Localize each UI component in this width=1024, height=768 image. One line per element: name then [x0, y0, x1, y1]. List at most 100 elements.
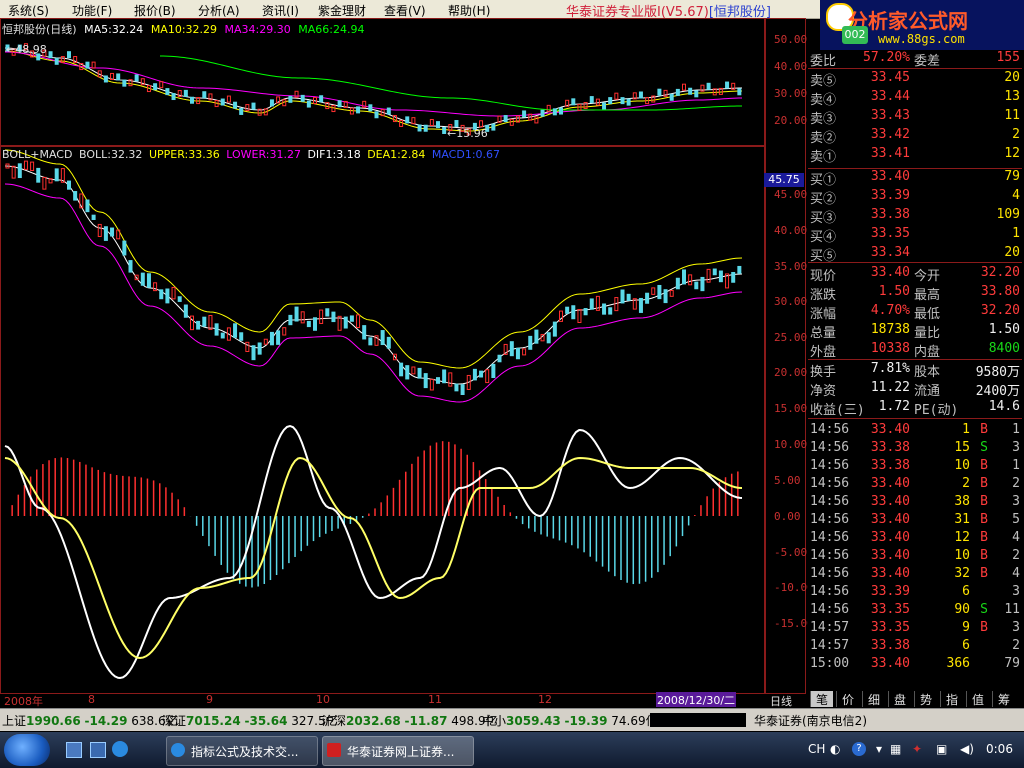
- tab-detail[interactable]: 细: [862, 691, 885, 707]
- ask-row[interactable]: 卖② 33.42 2: [808, 127, 1022, 146]
- ask-row[interactable]: 卖⑤ 33.45 20: [808, 70, 1022, 89]
- menu-analysis[interactable]: 分析(A): [198, 2, 240, 19]
- taskbar-button-htsc[interactable]: 华泰证券网上证券...: [322, 736, 474, 766]
- boll-candle: [368, 337, 373, 346]
- tick-count: 2: [1012, 548, 1020, 563]
- boll-candle: [718, 270, 723, 283]
- tick-row[interactable]: 14:56 33.40 38 B 3: [808, 494, 1022, 512]
- boll-candle: [343, 316, 348, 329]
- ask-row[interactable]: 卖③ 33.43 11: [808, 108, 1022, 127]
- tick-row[interactable]: 14:56 33.40 2 B 2: [808, 476, 1022, 494]
- volume-icon[interactable]: ◀): [960, 742, 974, 756]
- fundamental-label: 换手: [810, 365, 837, 380]
- ie-icon[interactable]: [112, 741, 128, 757]
- language-indicator[interactable]: CH: [808, 742, 825, 756]
- tick-row[interactable]: 15:00 33.40 366 79: [808, 656, 1022, 674]
- boll-candle: [300, 311, 305, 324]
- tick-row[interactable]: 14:56 33.40 10 B 2: [808, 548, 1022, 566]
- price-candle: [595, 98, 600, 106]
- tab-trades[interactable]: 笔: [810, 691, 833, 707]
- tick-price: 33.40: [870, 656, 910, 671]
- ytick: 15.00: [774, 402, 808, 415]
- price-candle: [399, 119, 404, 127]
- tick-row[interactable]: 14:56 33.40 1 B 1: [808, 422, 1022, 440]
- tick-volume: 32: [954, 566, 970, 581]
- menu-help[interactable]: 帮助(H): [448, 2, 490, 19]
- menu-system[interactable]: 系统(S): [8, 2, 49, 19]
- price-candle: [60, 56, 65, 64]
- tick-time: 14:56: [810, 548, 850, 563]
- boll-candle: [97, 223, 102, 237]
- boll-candle: [73, 191, 78, 201]
- switch-windows-icon[interactable]: [90, 742, 106, 758]
- price-candle: [356, 106, 361, 114]
- chart-svg[interactable]: [0, 18, 806, 692]
- period-label[interactable]: 日线: [770, 693, 792, 709]
- antivirus-icon[interactable]: ✦: [912, 742, 922, 756]
- bid-row[interactable]: 买② 33.39 4: [808, 188, 1022, 207]
- price-candle: [417, 124, 422, 132]
- tick-row[interactable]: 14:57 33.35 9 B 3: [808, 620, 1022, 638]
- tick-row[interactable]: 14:56 33.40 12 B 4: [808, 530, 1022, 548]
- boll-candle: [565, 306, 570, 314]
- logo-url: www.88gs.com: [878, 32, 965, 46]
- sz-index[interactable]: 深证7015.24 -35.64 327.5亿: [162, 712, 338, 729]
- bid-row[interactable]: 买⑤ 33.34 20: [808, 245, 1022, 264]
- bid-row[interactable]: 买③ 33.38 109: [808, 207, 1022, 226]
- show-desktop-icon[interactable]: [66, 742, 82, 758]
- ask-row[interactable]: 卖④ 33.44 13: [808, 89, 1022, 108]
- tick-count: 1: [1012, 422, 1020, 437]
- boll-candle: [675, 277, 680, 290]
- tick-row[interactable]: 14:56 33.38 10 B 1: [808, 458, 1022, 476]
- tick-row[interactable]: 14:56 33.40 32 B 4: [808, 566, 1022, 584]
- price-candle: [571, 98, 576, 106]
- boll-candle: [386, 336, 391, 349]
- tick-row[interactable]: 14:57 33.38 6 2: [808, 638, 1022, 656]
- network-icon[interactable]: ▣: [936, 742, 947, 756]
- tab-orderbook[interactable]: 盘: [888, 691, 911, 707]
- tab-price[interactable]: 价: [836, 691, 859, 707]
- boll-candle: [540, 333, 545, 342]
- tick-row[interactable]: 14:56 33.35 90 S 11: [808, 602, 1022, 620]
- tray-arrow-icon[interactable]: ▾: [876, 742, 882, 756]
- tick-row[interactable]: 14:56 33.39 6 3: [808, 584, 1022, 602]
- tab-value[interactable]: 值: [966, 691, 989, 707]
- wei-cha-label: 委差: [914, 54, 941, 69]
- keyboard-icon[interactable]: ▦: [890, 742, 901, 756]
- tick-row[interactable]: 14:56 33.38 15 S 3: [808, 440, 1022, 458]
- boll-candle: [700, 276, 705, 292]
- clock[interactable]: 0:06: [986, 742, 1013, 756]
- boll-candle: [239, 332, 244, 341]
- start-button[interactable]: [4, 734, 50, 766]
- menu-quote[interactable]: 报价(B): [134, 2, 176, 19]
- zx-index[interactable]: 中小3059.43 -19.39 74.69亿: [482, 712, 658, 729]
- tab-chips[interactable]: 筹: [992, 691, 1015, 707]
- ask-row[interactable]: 卖① 33.41 12: [808, 146, 1022, 165]
- menu-zijin[interactable]: 紫金理财: [318, 2, 366, 19]
- boll-candle: [251, 345, 256, 361]
- divider: [808, 359, 1022, 360]
- hs-index[interactable]: 沪深2032.68 -11.87 498.9亿: [322, 712, 498, 729]
- bid-row[interactable]: 买④ 33.35 1: [808, 226, 1022, 245]
- boll-candle: [460, 384, 465, 396]
- tab-index[interactable]: 指: [940, 691, 963, 707]
- taskbar-button-formula[interactable]: 指标公式及技术交...: [166, 736, 318, 766]
- chart-area[interactable]: 恒邦股份(日线) MA5:32.24 MA10:32.29 MA34:29.30…: [0, 18, 814, 708]
- help-icon[interactable]: ?: [852, 742, 866, 756]
- ime-icon[interactable]: ◐: [830, 742, 840, 756]
- boll-candle: [602, 303, 607, 315]
- tick-row[interactable]: 14:56 33.40 31 B 5: [808, 512, 1022, 530]
- menu-function[interactable]: 功能(F): [72, 2, 112, 19]
- bid-label: 买②: [810, 192, 837, 207]
- price-candle: [386, 107, 391, 115]
- price-candle: [491, 123, 496, 131]
- menu-info[interactable]: 资讯(I): [262, 2, 299, 19]
- sh-index[interactable]: 上证1990.66 -14.29 638.6亿: [2, 712, 178, 729]
- stat-value: 1.50: [878, 284, 910, 299]
- bid-row[interactable]: 买① 33.40 79: [808, 169, 1022, 188]
- menu-view[interactable]: 查看(V): [384, 2, 426, 19]
- stat-label: 外盘: [810, 345, 837, 360]
- boll-candle: [399, 362, 404, 377]
- taskbar: 指标公式及技术交... 华泰证券网上证券... CH ◐ ? ▾ ▦ ✦ ▣ ◀…: [0, 732, 1024, 768]
- tab-trend[interactable]: 势: [914, 691, 937, 707]
